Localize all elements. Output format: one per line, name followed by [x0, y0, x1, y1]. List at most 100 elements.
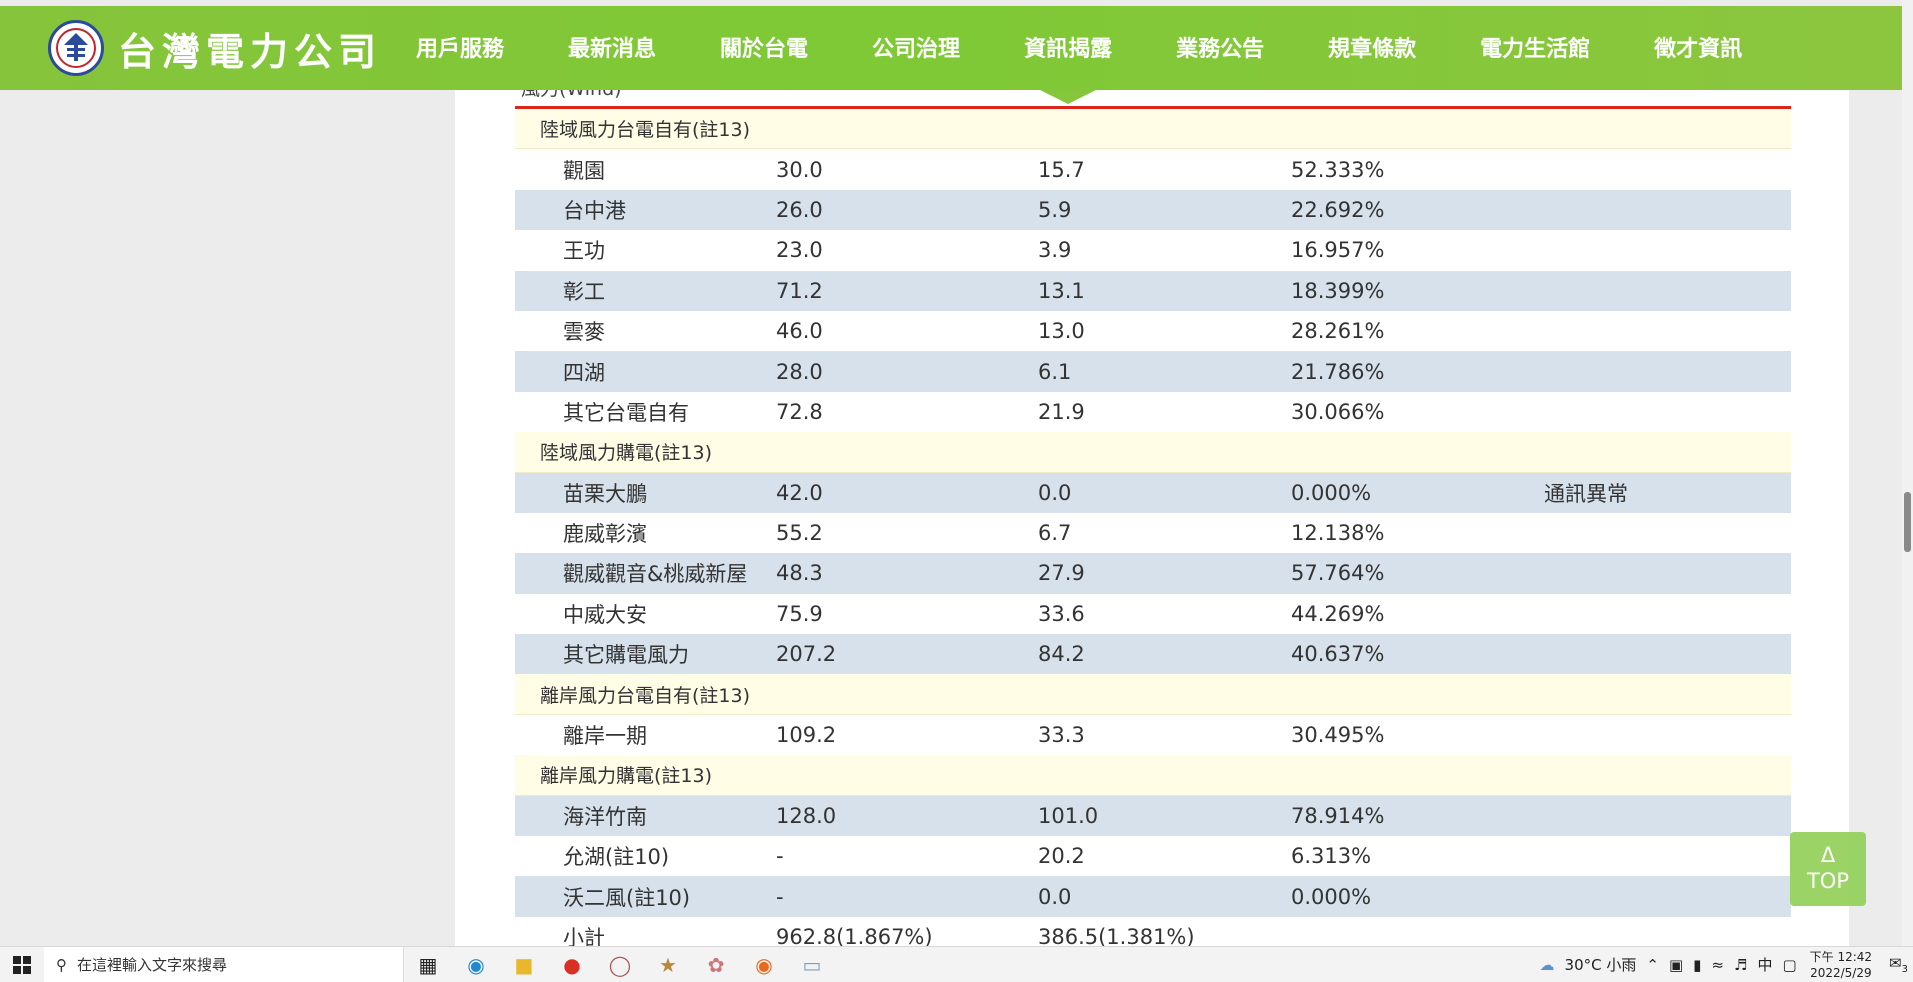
- table-cell: 0.000%: [1291, 480, 1372, 505]
- table-cell: 觀威觀音&桃威新屋: [563, 562, 748, 587]
- nav-item[interactable]: 用戶服務: [416, 6, 504, 90]
- table-cell: 13.0: [1038, 319, 1085, 344]
- table-row: 四湖 28.0 6.1 21.786%: [515, 351, 1791, 392]
- chrome-browser-icon[interactable]: ●: [548, 947, 596, 982]
- ime-indicator[interactable]: 中: [1757, 954, 1772, 975]
- windows-taskbar: ⚲ 在這裡輸入文字來搜尋 ▦ ◉ ■ ● ◯ ★ ✿ ◉ ▭ ☁ 30°C 小雨…: [0, 946, 1913, 982]
- page-scrollbar[interactable]: [1902, 0, 1913, 946]
- table-row: 雲麥 46.0 13.0 28.261%: [515, 310, 1791, 352]
- table-cell: 26.0: [776, 197, 823, 222]
- weather-text[interactable]: 30°C 小雨: [1565, 954, 1637, 975]
- nav-item[interactable]: 公司治理: [872, 6, 960, 90]
- section-title: 風力(Wind): [521, 90, 622, 101]
- scrollbar-thumb[interactable]: [1904, 492, 1911, 552]
- nav-item[interactable]: 最新消息: [568, 6, 656, 90]
- table-cell: 75.9: [776, 601, 823, 626]
- notification-icon[interactable]: ✉3: [1889, 954, 1908, 975]
- table-cell: 13.1: [1038, 278, 1085, 303]
- table-cell: 小計: [563, 926, 605, 946]
- network-icon[interactable]: ≈: [1711, 956, 1724, 974]
- table-cell: 鹿威彰濱: [563, 522, 647, 547]
- table-cell: 16.957%: [1291, 238, 1385, 263]
- table-cell: 苗栗大鵬: [563, 481, 647, 506]
- table-cell: 962.8(1.867%): [776, 925, 933, 946]
- table-cell: 28.261%: [1291, 319, 1385, 344]
- site-logo[interactable]: 台灣電力公司: [48, 20, 382, 76]
- nav-item[interactable]: 關於台電: [720, 6, 808, 90]
- wind-power-table: 陸域風力台電自有(註13) 觀園 30.0 15.7 52.333% 台中港 26.0 5.9…: [515, 109, 1791, 946]
- table-cell: 22.692%: [1291, 197, 1385, 222]
- chevron-up-icon[interactable]: ⌃: [1646, 956, 1659, 974]
- app-icon-2[interactable]: ★: [644, 947, 692, 982]
- taskbar-search-placeholder: 在這裡輸入文字來搜尋: [77, 956, 228, 974]
- nav-item[interactable]: 業務公告: [1176, 6, 1264, 90]
- nav-item[interactable]: 電力生活館: [1480, 6, 1590, 90]
- content-panel: 風力(Wind) 陸域風力台電自有(註13) 觀園 30.0 15.7 52.333% 台…: [455, 90, 1849, 946]
- table-group-header: 陸域風力台電自有(註13): [515, 109, 1791, 150]
- windows-start-button[interactable]: [0, 947, 44, 982]
- table-cell: 46.0: [776, 319, 823, 344]
- task-view-icon[interactable]: ▦: [404, 947, 452, 982]
- volume-icon[interactable]: ♬: [1734, 956, 1747, 974]
- nav-item[interactable]: 資訊揭露: [1024, 6, 1112, 104]
- app-icon-3[interactable]: ✿: [692, 947, 740, 982]
- table-cell: 6.7: [1038, 521, 1072, 546]
- table-row: 觀威觀音&桃威新屋 48.3 27.9 57.764%: [515, 553, 1791, 594]
- app-icon-5[interactable]: ▭: [788, 947, 836, 982]
- table-cell: 離岸一期: [563, 724, 647, 749]
- table-cell: 0.0: [1038, 884, 1072, 909]
- table-cell: 30.495%: [1291, 723, 1385, 748]
- table-cell: 27.9: [1038, 561, 1085, 586]
- edge-browser-icon[interactable]: ◉: [452, 947, 500, 982]
- system-tray: ☁ 30°C 小雨 ⌃ ▣ ▮ ≈ ♬ 中 ▢ 下午 12:42 2022/5/…: [1535, 947, 1913, 982]
- table-cell: 王功: [563, 239, 605, 264]
- notification-count: 3: [1901, 964, 1908, 975]
- nav-item[interactable]: 規章條款: [1328, 6, 1416, 90]
- taskbar-clock[interactable]: 下午 12:42 2022/5/29: [1810, 949, 1872, 981]
- scroll-to-top-label: TOP: [1806, 869, 1850, 893]
- table-row: 沃二風(註10) - 0.0 0.000%: [515, 876, 1791, 917]
- table-cell: 78.914%: [1291, 803, 1385, 828]
- table-cell: 386.5(1.381%): [1038, 925, 1195, 946]
- battery-icon[interactable]: ▮: [1693, 956, 1701, 974]
- table-cell: 海洋竹南: [563, 804, 647, 829]
- table-cell: 6.313%: [1291, 844, 1372, 869]
- table-cell: 21.786%: [1291, 359, 1385, 384]
- table-cell: 52.333%: [1291, 157, 1385, 182]
- table-row: 中威大安 75.9 33.6 44.269%: [515, 593, 1791, 635]
- table-cell: 44.269%: [1291, 601, 1385, 626]
- site-header: 台灣電力公司 用戶服務 最新消息 關於台電 公司治理 資訊揭露 業務公告 規章條款 電力生活館…: [0, 6, 1902, 104]
- up-arrow-icon: Δ: [1820, 843, 1836, 867]
- table-cell: 30.066%: [1291, 399, 1385, 424]
- table-cell: 3.9: [1038, 238, 1072, 263]
- app-icon-1[interactable]: ◯: [596, 947, 644, 982]
- ime-mode-icon[interactable]: ▢: [1782, 956, 1796, 974]
- table-cell: 72.8: [776, 399, 823, 424]
- table-cell: 離岸風力購電(註13): [540, 765, 713, 788]
- table-cell: 33.6: [1038, 601, 1085, 626]
- taipower-emblem-icon: [48, 20, 104, 76]
- table-cell: 30.0: [776, 157, 823, 182]
- table-cell: 21.9: [1038, 399, 1085, 424]
- clock-date: 2022/5/29: [1810, 965, 1872, 980]
- table-cell: 18.399%: [1291, 278, 1385, 303]
- meet-now-icon[interactable]: ▣: [1669, 956, 1683, 974]
- scroll-to-top-button[interactable]: Δ TOP: [1790, 832, 1866, 906]
- table-cell: 40.637%: [1291, 642, 1385, 667]
- table-row: 王功 23.0 3.9 16.957%: [515, 230, 1791, 271]
- table-cell: 84.2: [1038, 642, 1085, 667]
- table-cell: 42.0: [776, 480, 823, 505]
- table-cell: 20.2: [1038, 844, 1085, 869]
- table-cell: 109.2: [776, 723, 837, 748]
- table-cell: 陸域風力台電自有(註13): [540, 119, 751, 142]
- nav-item[interactable]: 徵才資訊: [1654, 6, 1742, 90]
- table-cell: 四湖: [563, 360, 605, 385]
- table-row: 彰工 71.2 13.1 18.399%: [515, 270, 1791, 311]
- table-cell: 15.7: [1038, 157, 1085, 182]
- app-icon-4[interactable]: ◉: [740, 947, 788, 982]
- table-row: 苗栗大鵬 42.0 0.0 0.000% 通訊異常: [515, 472, 1791, 513]
- table-cell: 其它台電自有: [563, 400, 689, 425]
- file-explorer-icon[interactable]: ■: [500, 947, 548, 982]
- weather-icon[interactable]: ☁: [1540, 956, 1555, 974]
- taskbar-search-box[interactable]: ⚲ 在這裡輸入文字來搜尋: [44, 947, 404, 982]
